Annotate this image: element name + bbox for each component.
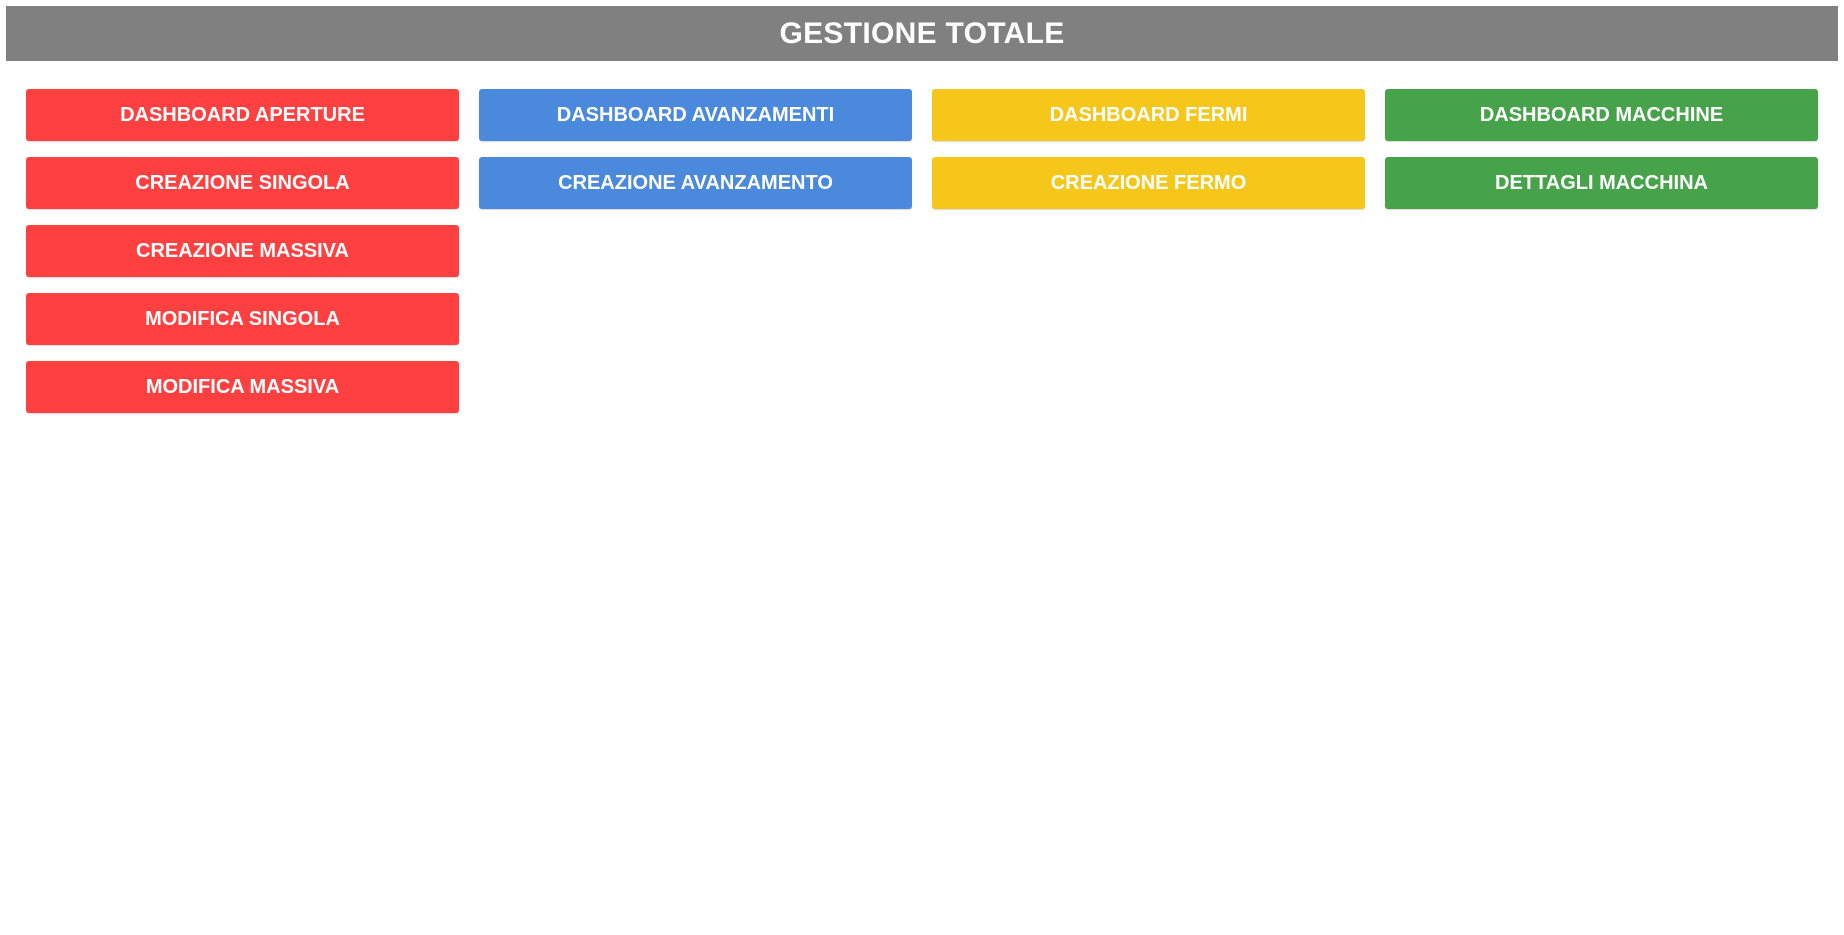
creazione-massiva-button[interactable]: CREAZIONE MASSIVA xyxy=(26,225,459,277)
creazione-avanzamento-button[interactable]: CREAZIONE AVANZAMENTO xyxy=(479,157,912,209)
modifica-singola-button[interactable]: MODIFICA SINGOLA xyxy=(26,293,459,345)
column-macchine: DASHBOARD MACCHINE DETTAGLI MACCHINA xyxy=(1385,89,1818,413)
page-title: GESTIONE TOTALE xyxy=(779,16,1065,50)
dashboard-avanzamenti-button[interactable]: DASHBOARD AVANZAMENTI xyxy=(479,89,912,141)
column-fermi: DASHBOARD FERMI CREAZIONE FERMO xyxy=(932,89,1365,413)
dashboard-macchine-button[interactable]: DASHBOARD MACCHINE xyxy=(1385,89,1818,141)
dettagli-macchina-button[interactable]: DETTAGLI MACCHINA xyxy=(1385,157,1818,209)
creazione-singola-button[interactable]: CREAZIONE SINGOLA xyxy=(26,157,459,209)
column-avanzamenti: DASHBOARD AVANZAMENTI CREAZIONE AVANZAME… xyxy=(479,89,912,413)
modifica-massiva-button[interactable]: MODIFICA MASSIVA xyxy=(26,361,459,413)
dashboard-aperture-button[interactable]: DASHBOARD APERTURE xyxy=(26,89,459,141)
dashboard-fermi-button[interactable]: DASHBOARD FERMI xyxy=(932,89,1365,141)
column-aperture: DASHBOARD APERTURE CREAZIONE SINGOLA CRE… xyxy=(26,89,459,413)
page-header: GESTIONE TOTALE xyxy=(6,6,1838,61)
button-grid: DASHBOARD APERTURE CREAZIONE SINGOLA CRE… xyxy=(26,89,1818,413)
creazione-fermo-button[interactable]: CREAZIONE FERMO xyxy=(932,157,1365,209)
